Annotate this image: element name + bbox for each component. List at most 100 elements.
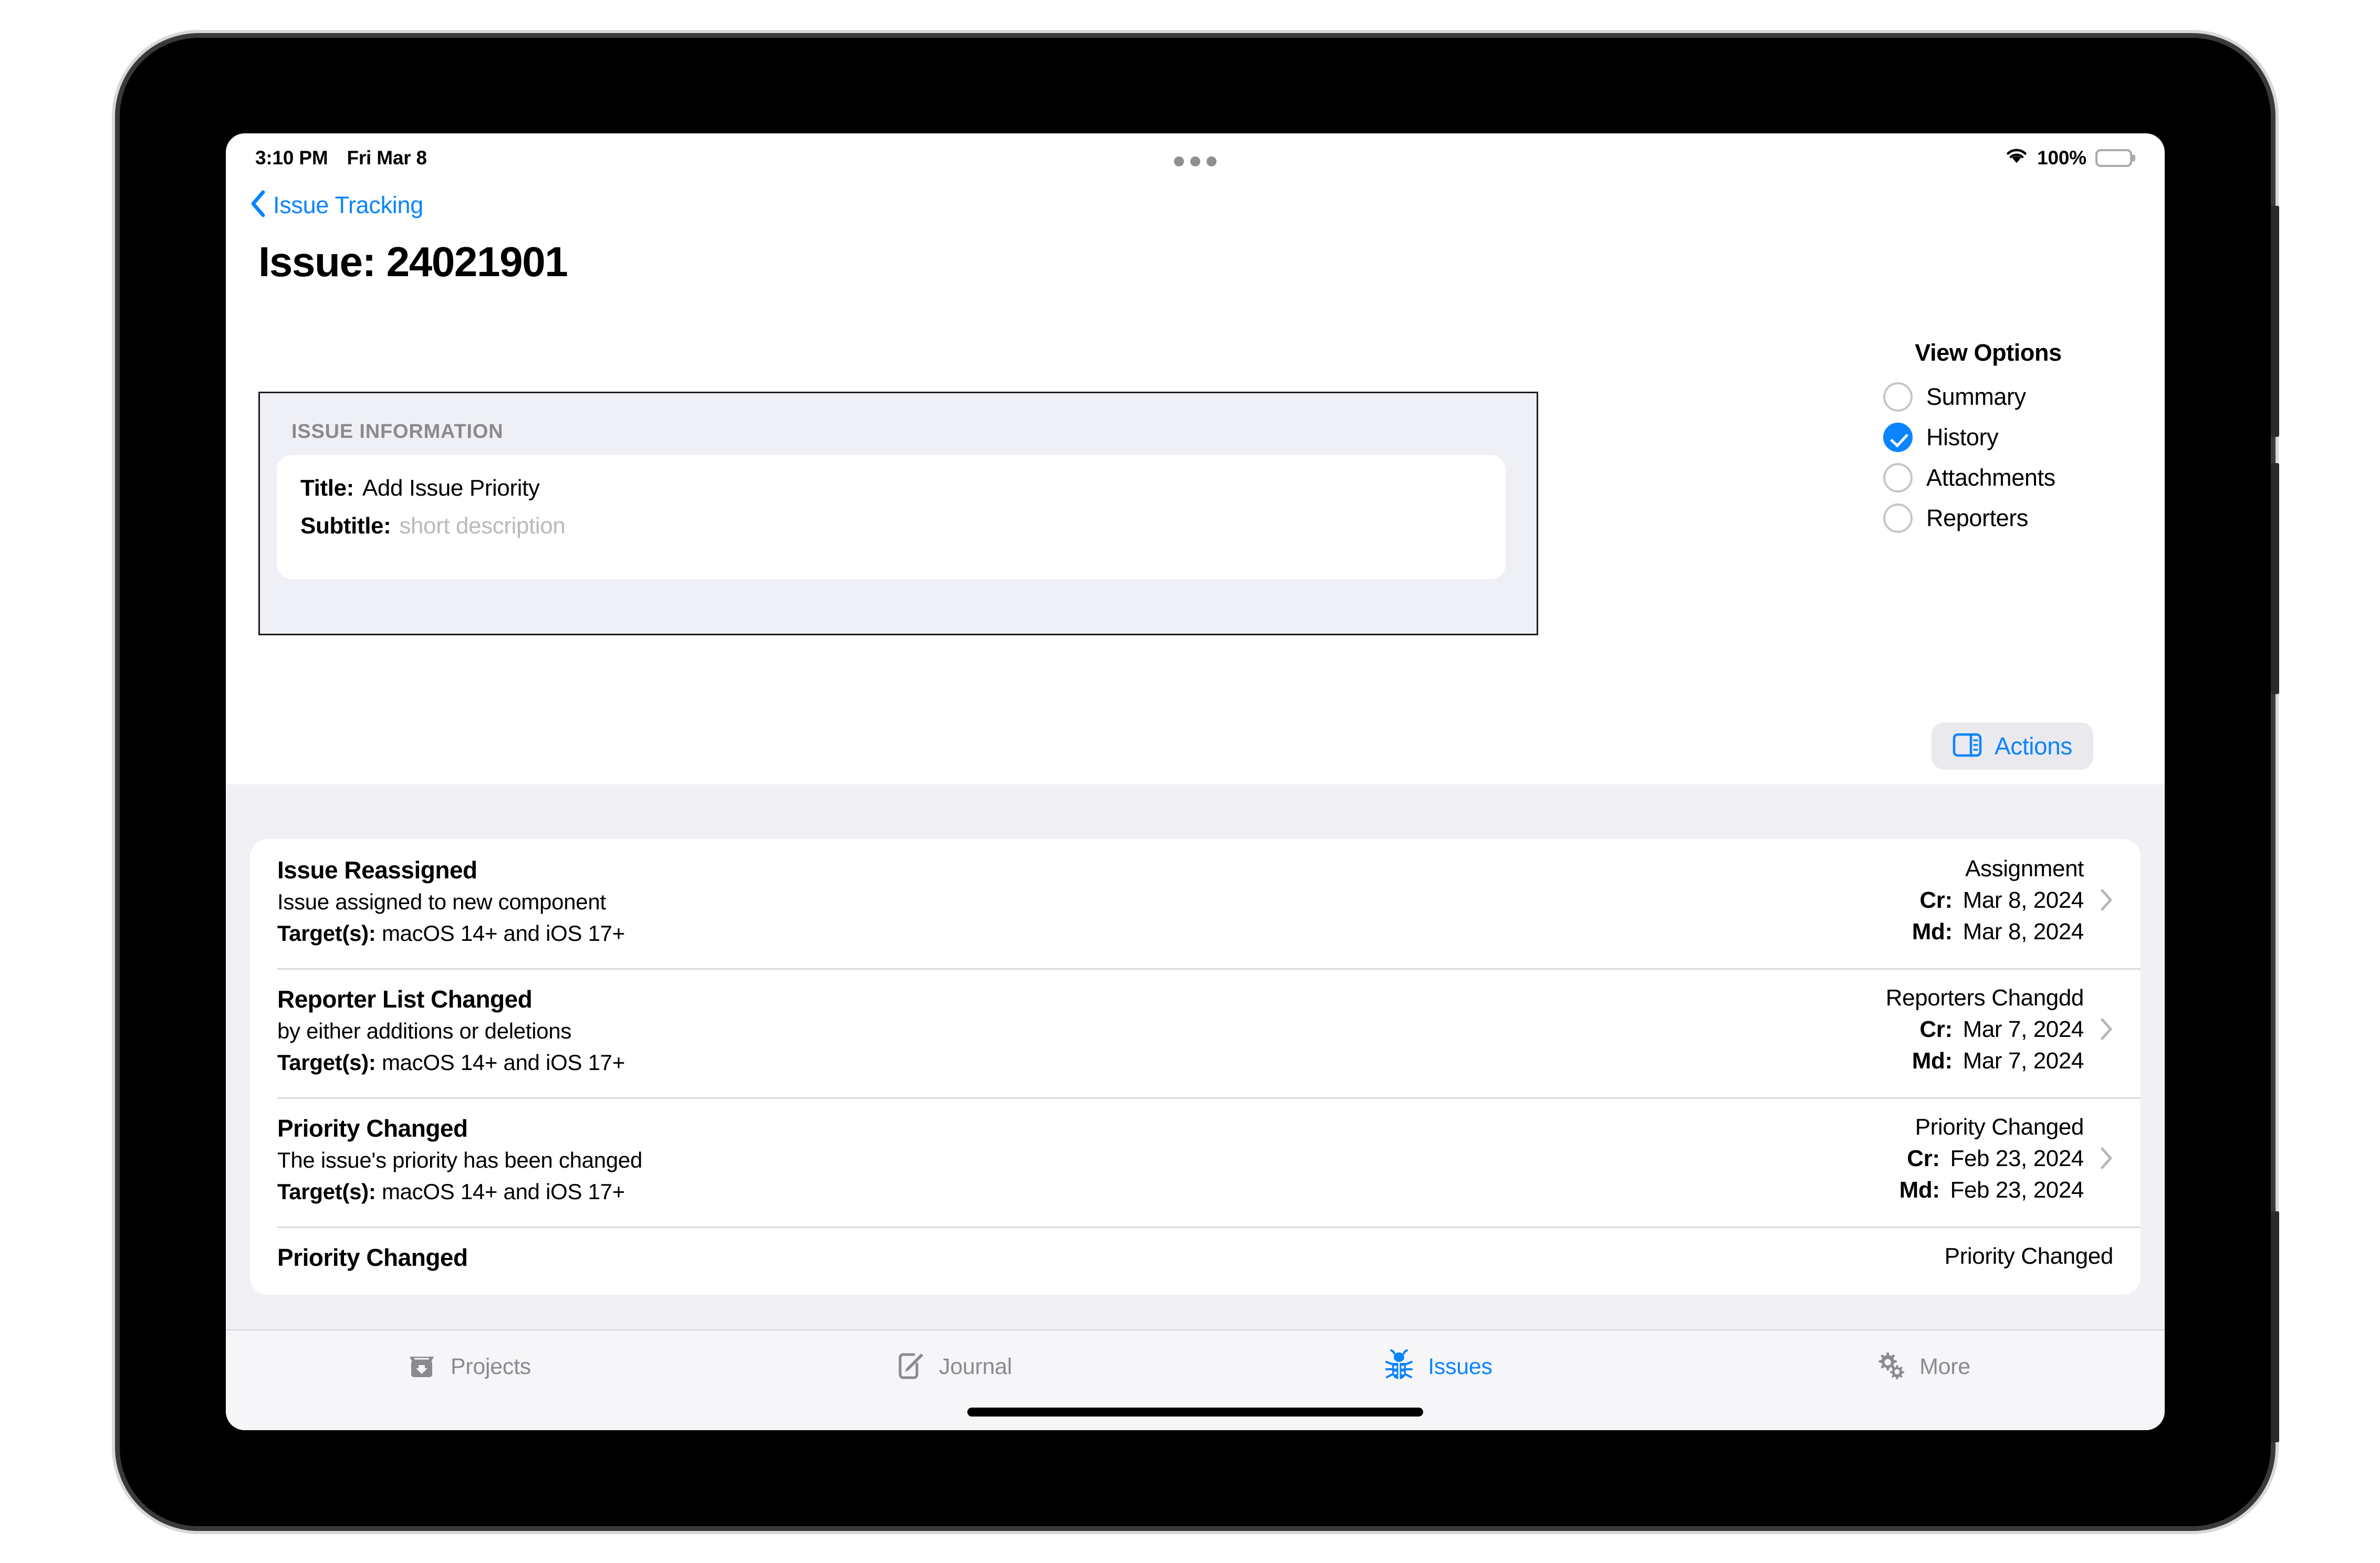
row-meta: Reporters Changdd Cr: Mar 7, 2024 Md: Ma… bbox=[1886, 985, 2084, 1079]
row-modified: Md: Mar 7, 2024 bbox=[1886, 1048, 2084, 1074]
dot bbox=[1190, 156, 1201, 166]
status-time: 3:10 PM bbox=[255, 147, 328, 169]
created-value: Mar 7, 2024 bbox=[1963, 1016, 2084, 1042]
view-option-attachments[interactable]: Attachments bbox=[1883, 463, 2093, 492]
tab-label: Projects bbox=[451, 1354, 531, 1379]
row-created: Cr: Mar 8, 2024 bbox=[1912, 887, 2084, 914]
issue-title-label: Title: bbox=[300, 475, 354, 501]
created-label: Cr: bbox=[1919, 887, 1953, 913]
row-targets: Target(s): macOS 14+ and iOS 17+ bbox=[277, 1050, 625, 1075]
row-meta-area: Priority Changed bbox=[1944, 1243, 2114, 1275]
issue-title-row: Title: Add Issue Priority bbox=[300, 475, 1506, 501]
row-created: Cr: Mar 7, 2024 bbox=[1886, 1016, 2084, 1043]
row-meta-area: Reporters Changdd Cr: Mar 7, 2024 Md: Ma… bbox=[1886, 985, 2113, 1079]
modified-value: Mar 7, 2024 bbox=[1963, 1048, 2084, 1074]
row-title: Priority Changed bbox=[277, 1115, 468, 1142]
dot bbox=[1174, 156, 1184, 166]
view-option-label: Reporters bbox=[1926, 505, 2028, 531]
created-label: Cr: bbox=[1907, 1146, 1940, 1171]
modified-label: Md: bbox=[1912, 1048, 1953, 1074]
tab-more[interactable]: More bbox=[1680, 1349, 2165, 1384]
modified-label: Md: bbox=[1912, 919, 1953, 945]
view-option-label: Attachments bbox=[1926, 464, 2055, 491]
row-content: Issue Reassigned Issue assigned to new c… bbox=[277, 856, 625, 946]
created-value: Feb 23, 2024 bbox=[1950, 1146, 2084, 1171]
issue-fields-panel: Title: Add Issue Priority Subtitle: shor… bbox=[277, 455, 1506, 579]
row-content: Priority Changed bbox=[277, 1243, 468, 1277]
row-modified: Md: Feb 23, 2024 bbox=[1899, 1177, 2084, 1203]
row-title: Reporter List Changed bbox=[277, 985, 533, 1013]
actions-button[interactable]: Actions bbox=[1931, 722, 2093, 770]
table-row[interactable]: Issue Reassigned Issue assigned to new c… bbox=[250, 839, 2141, 968]
view-options-title: View Options bbox=[1915, 339, 2062, 366]
volume-up-button[interactable] bbox=[2271, 206, 2279, 437]
chevron-right-icon[interactable] bbox=[2100, 888, 2113, 914]
status-bar-right: 100% bbox=[2005, 147, 2135, 170]
tab-journal[interactable]: Journal bbox=[711, 1349, 1195, 1384]
row-targets: Target(s): macOS 14+ and iOS 17+ bbox=[277, 1179, 642, 1204]
row-category: Assignment bbox=[1965, 856, 2084, 882]
gears-icon bbox=[1874, 1349, 1907, 1384]
history-list-card: Issue Reassigned Issue assigned to new c… bbox=[250, 839, 2141, 1295]
battery-cap bbox=[2132, 154, 2135, 162]
chevron-right-icon[interactable] bbox=[2100, 1147, 2113, 1172]
row-modified: Md: Mar 8, 2024 bbox=[1912, 919, 2084, 945]
archivebox-icon bbox=[405, 1349, 438, 1384]
tab-label: More bbox=[1919, 1354, 1970, 1379]
view-option-reporters[interactable]: Reporters bbox=[1883, 503, 2093, 533]
tab-label: Journal bbox=[939, 1354, 1012, 1379]
view-option-label: Summary bbox=[1926, 383, 2026, 410]
row-content: Reporter List Changed by either addition… bbox=[277, 985, 625, 1075]
table-row[interactable]: Priority Changed The issue's priority ha… bbox=[250, 1097, 2141, 1226]
issue-information-heading: ISSUE INFORMATION bbox=[291, 421, 504, 443]
row-category: Priority Changed bbox=[1944, 1243, 2114, 1269]
row-title: Priority Changed bbox=[277, 1244, 468, 1271]
table-row[interactable]: Reporter List Changed by either addition… bbox=[250, 968, 2141, 1097]
view-option-summary[interactable]: Summary bbox=[1883, 382, 2093, 412]
power-button[interactable] bbox=[2271, 1211, 2279, 1442]
row-category: Priority Changed bbox=[1915, 1114, 2084, 1140]
row-description: Issue assigned to new component bbox=[277, 889, 606, 914]
header-area: Issue Tracking Issue: 24021901 ISSUE INF… bbox=[226, 183, 2165, 784]
multitasking-dots-icon[interactable] bbox=[1174, 156, 1217, 166]
created-value: Mar 8, 2024 bbox=[1963, 887, 2084, 913]
view-options-panel: View Options Summary History Attachments… bbox=[1883, 339, 2093, 544]
dot bbox=[1206, 156, 1217, 166]
row-meta: Priority Changed bbox=[1944, 1243, 2114, 1275]
tab-issues[interactable]: Issues bbox=[1195, 1349, 1680, 1384]
row-targets-value: macOS 14+ and iOS 17+ bbox=[381, 1179, 625, 1204]
battery-percent-label: 100% bbox=[2037, 147, 2086, 169]
chevron-right-icon[interactable] bbox=[2100, 1017, 2113, 1043]
issue-subtitle-row: Subtitle: short description bbox=[300, 513, 1506, 539]
square-pencil-icon bbox=[894, 1349, 926, 1384]
row-targets-value: macOS 14+ and iOS 17+ bbox=[381, 921, 625, 946]
row-targets-label: Target(s): bbox=[277, 1050, 376, 1075]
issue-title-field[interactable]: Add Issue Priority bbox=[362, 475, 540, 501]
sidebar-right-icon bbox=[1953, 733, 1982, 760]
ipad-screen: 3:10 PM Fri Mar 8 100% Issue Tracking Is… bbox=[226, 133, 2165, 1430]
radio-checked-icon bbox=[1883, 423, 1913, 452]
page-title: Issue: 24021901 bbox=[258, 238, 568, 285]
row-targets-label: Target(s): bbox=[277, 921, 376, 946]
row-title: Issue Reassigned bbox=[277, 856, 477, 884]
row-description: by either additions or deletions bbox=[277, 1019, 572, 1043]
row-targets-value: macOS 14+ and iOS 17+ bbox=[381, 1050, 625, 1075]
back-button[interactable]: Issue Tracking bbox=[226, 183, 2165, 220]
ladybug-icon bbox=[1383, 1349, 1415, 1384]
modified-value: Mar 8, 2024 bbox=[1963, 919, 2084, 945]
volume-down-button[interactable] bbox=[2271, 463, 2279, 694]
home-indicator[interactable] bbox=[967, 1408, 1423, 1417]
issue-subtitle-label: Subtitle: bbox=[300, 513, 391, 539]
radio-circle-icon bbox=[1883, 382, 1913, 412]
issue-subtitle-field[interactable]: short description bbox=[399, 513, 565, 539]
table-row[interactable]: Priority Changed Priority Changed bbox=[250, 1226, 2141, 1295]
view-option-history[interactable]: History bbox=[1883, 423, 2093, 452]
radio-circle-icon bbox=[1883, 503, 1913, 533]
wifi-icon bbox=[2005, 147, 2028, 170]
radio-circle-icon bbox=[1883, 463, 1913, 492]
tab-projects[interactable]: Projects bbox=[226, 1349, 711, 1384]
back-button-label: Issue Tracking bbox=[273, 191, 423, 218]
status-date: Fri Mar 8 bbox=[347, 147, 427, 169]
created-label: Cr: bbox=[1919, 1016, 1953, 1042]
row-meta: Assignment Cr: Mar 8, 2024 Md: Mar 8, 20… bbox=[1912, 856, 2084, 950]
